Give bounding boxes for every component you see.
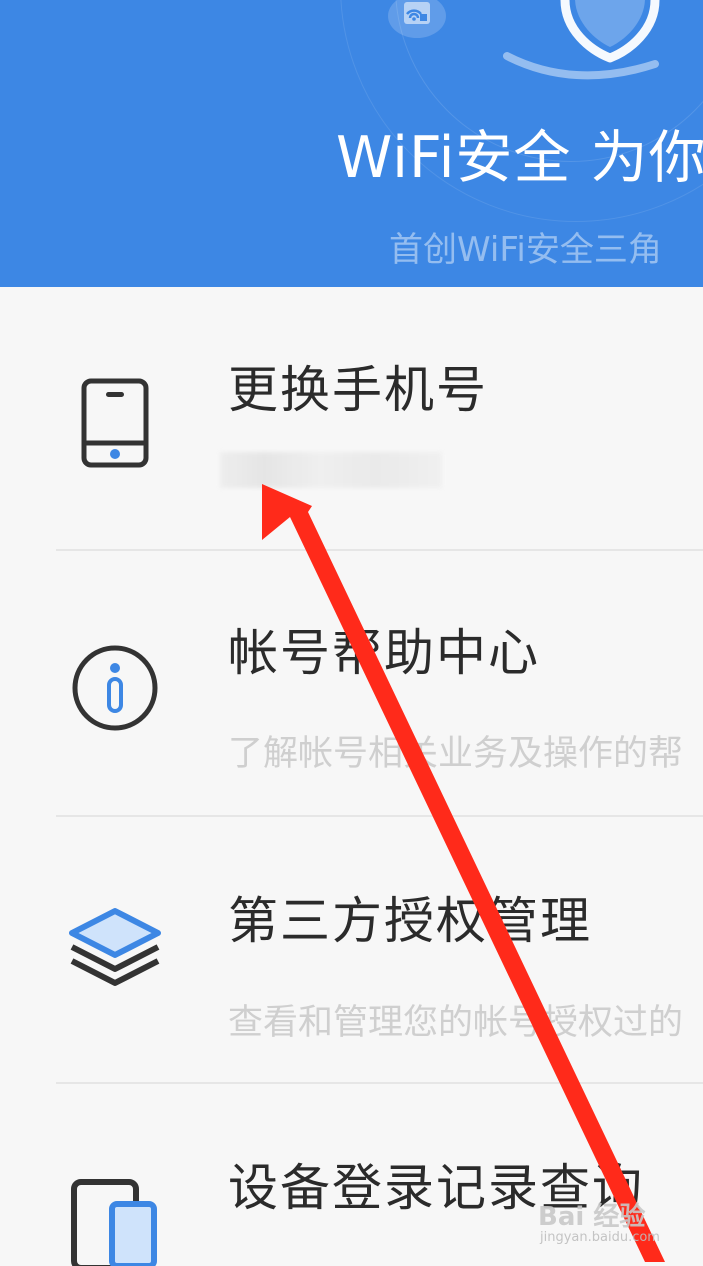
watermark-url: jingyan.baidu.com	[540, 1230, 660, 1245]
header-title: WiFi安全 为你	[336, 125, 703, 191]
shield-icon	[503, 0, 660, 80]
layers-icon	[69, 908, 161, 986]
header-banner: WiFi安全 为你 首创WiFi安全三角	[0, 0, 703, 287]
account-help-center-title: 帐号帮助中心	[228, 624, 540, 682]
third-party-auth-title: 第三方授权管理	[228, 892, 592, 950]
change-phone-item[interactable]: 更换手机号	[0, 287, 703, 549]
third-party-auth-desc: 查看和管理您的帐号授权过的	[228, 1003, 684, 1043]
baidu-jingyan-watermark: Bai 经验 jingyan.baidu.com	[538, 1196, 698, 1256]
account-help-center-item[interactable]: 帐号帮助中心 了解帐号相关业务及操作的帮	[0, 551, 703, 815]
devices-icon	[71, 1179, 157, 1266]
change-phone-title: 更换手机号	[228, 361, 488, 419]
phone-icon	[81, 378, 149, 468]
wifi-icon	[404, 2, 430, 24]
info-icon	[72, 645, 158, 731]
account-help-center-desc: 了解帐号相关业务及操作的帮	[228, 734, 684, 774]
masked-phone-number	[220, 452, 442, 488]
third-party-auth-item[interactable]: 第三方授权管理 查看和管理您的帐号授权过的	[0, 817, 703, 1082]
watermark-main: Bai 经验	[538, 1202, 646, 1232]
header-subtitle: 首创WiFi安全三角	[389, 230, 662, 270]
